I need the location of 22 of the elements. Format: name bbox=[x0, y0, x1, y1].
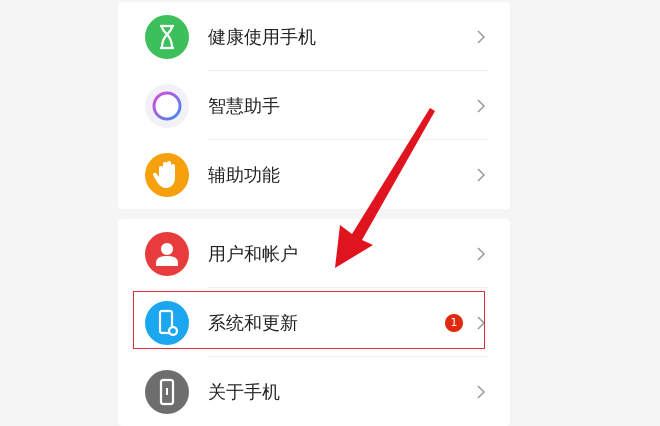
setting-label[interactable]: 系统和更新 bbox=[208, 310, 445, 334]
ring-icon bbox=[145, 84, 189, 128]
setting-label[interactable]: 关于手机 bbox=[208, 380, 476, 404]
hourglass-icon bbox=[145, 14, 189, 58]
chevron-icon bbox=[476, 246, 486, 262]
chevron-icon bbox=[476, 384, 486, 400]
chevron-icon bbox=[476, 28, 486, 44]
chevron-icon bbox=[476, 314, 486, 330]
settings-row[interactable]: 关于手机 bbox=[118, 357, 510, 426]
phone-icon bbox=[145, 370, 189, 414]
settings-row[interactable]: 健康使用手机 bbox=[118, 2, 510, 71]
notification-badge: 1 bbox=[445, 314, 463, 332]
setting-label[interactable]: 用户和帐户 bbox=[208, 242, 476, 266]
setting-label[interactable]: 智慧助手 bbox=[208, 94, 476, 118]
hand-icon bbox=[145, 152, 189, 196]
chevron-icon bbox=[476, 166, 486, 182]
setting-label[interactable]: 健康使用手机 bbox=[208, 24, 476, 48]
settings-row[interactable]: 智慧助手 bbox=[118, 71, 510, 140]
person-icon bbox=[145, 232, 189, 276]
phone-gear-icon bbox=[145, 300, 189, 344]
chevron-icon bbox=[476, 98, 486, 114]
setting-label[interactable]: 辅助功能 bbox=[208, 162, 476, 186]
